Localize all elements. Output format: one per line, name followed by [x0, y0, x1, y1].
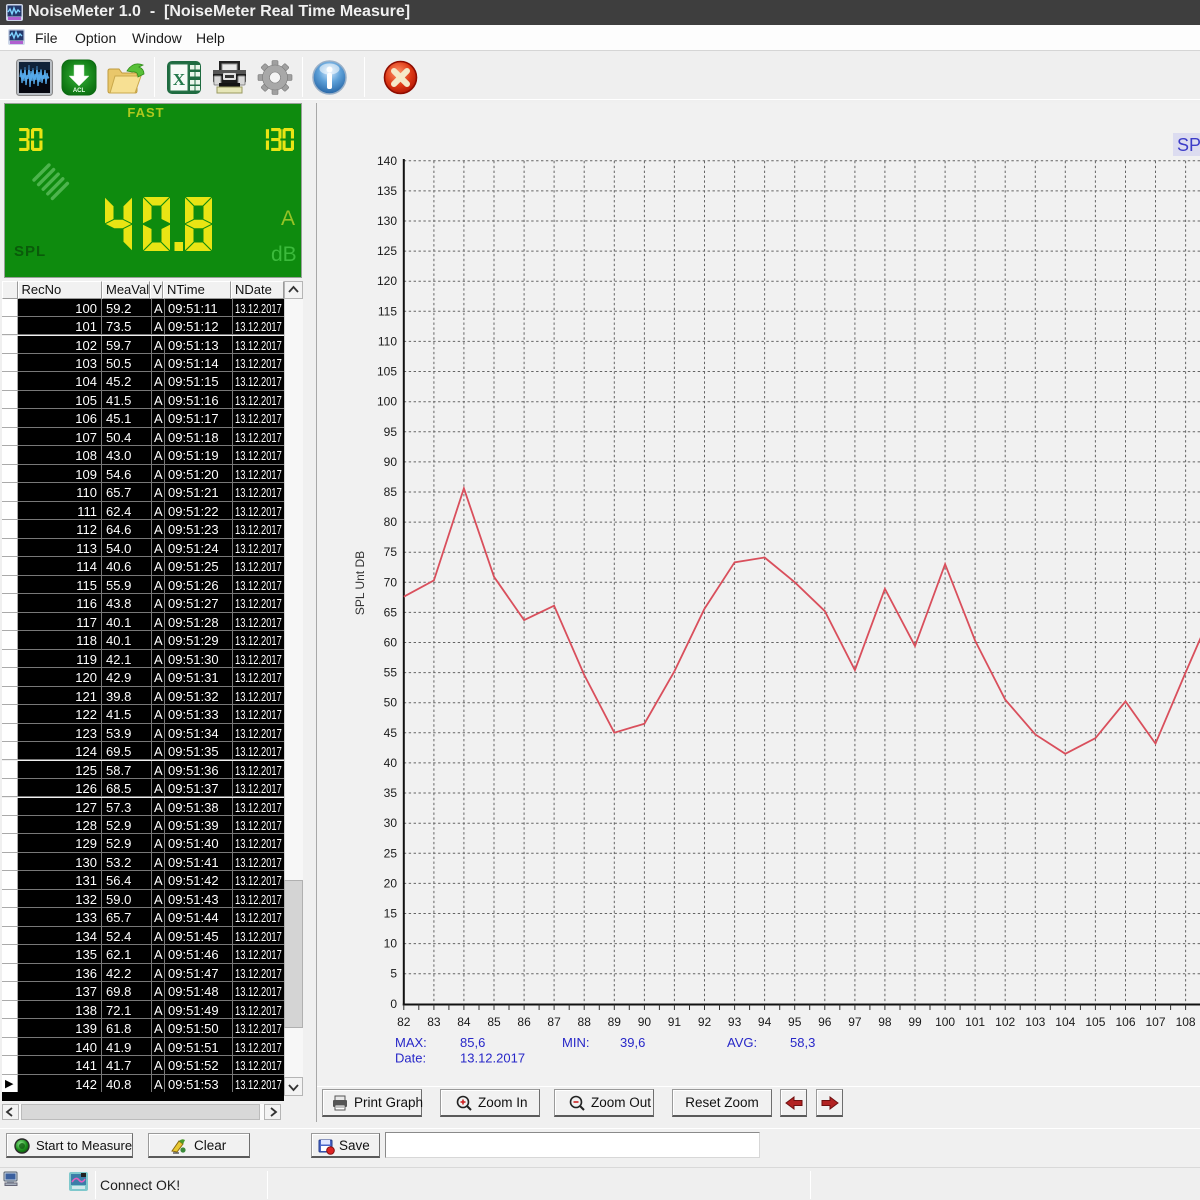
- svg-text:107: 107: [1145, 1015, 1165, 1029]
- svg-text:85: 85: [487, 1015, 501, 1029]
- svg-text:99: 99: [908, 1015, 922, 1029]
- svg-text:75: 75: [384, 545, 398, 559]
- svg-text:110: 110: [378, 334, 397, 348]
- svg-text:60: 60: [384, 636, 398, 650]
- svg-text:ACL: ACL: [73, 88, 86, 94]
- svg-text:10: 10: [384, 937, 398, 951]
- svg-text:87: 87: [547, 1015, 561, 1029]
- svg-text:35: 35: [384, 786, 398, 800]
- svg-text:84: 84: [457, 1015, 471, 1029]
- svg-text:135: 135: [377, 184, 397, 198]
- svg-text:82: 82: [397, 1015, 411, 1029]
- svg-text:103: 103: [1025, 1015, 1045, 1029]
- svg-text:39,6: 39,6: [620, 1035, 645, 1050]
- svg-text:98: 98: [878, 1015, 892, 1029]
- svg-text:91: 91: [668, 1015, 682, 1029]
- svg-text:58,3: 58,3: [790, 1035, 815, 1050]
- svg-text:SPL Unt DB: SPL Unt DB: [353, 551, 367, 615]
- svg-text:102: 102: [995, 1015, 1015, 1029]
- svg-text:105: 105: [1085, 1015, 1105, 1029]
- svg-text:Date:: Date:: [395, 1051, 426, 1066]
- svg-text:97: 97: [848, 1015, 862, 1029]
- svg-text:130: 130: [377, 214, 397, 228]
- svg-text:30: 30: [384, 816, 398, 830]
- svg-text:MIN:: MIN:: [562, 1035, 589, 1050]
- svg-text:AVG:: AVG:: [727, 1035, 757, 1050]
- svg-text:80: 80: [384, 515, 398, 529]
- svg-text:88: 88: [578, 1015, 592, 1029]
- svg-text:85,6: 85,6: [460, 1035, 485, 1050]
- svg-text:85: 85: [384, 485, 398, 499]
- svg-text:104: 104: [1055, 1015, 1075, 1029]
- svg-text:65: 65: [384, 605, 398, 619]
- svg-text:SPL: SPL: [1177, 135, 1200, 155]
- svg-text:93: 93: [728, 1015, 742, 1029]
- svg-text:92: 92: [698, 1015, 712, 1029]
- svg-text:90: 90: [638, 1015, 652, 1029]
- svg-text:86: 86: [517, 1015, 531, 1029]
- svg-text:15: 15: [384, 907, 398, 921]
- svg-text:96: 96: [818, 1015, 832, 1029]
- svg-text:120: 120: [377, 274, 397, 288]
- svg-text:89: 89: [608, 1015, 622, 1029]
- svg-text:0: 0: [390, 997, 397, 1011]
- svg-text:95: 95: [384, 425, 398, 439]
- svg-text:125: 125: [377, 244, 397, 258]
- svg-text:X: X: [173, 70, 186, 89]
- svg-text:140: 140: [377, 154, 397, 168]
- svg-text:5: 5: [390, 967, 397, 981]
- svg-text:115: 115: [378, 304, 397, 318]
- svg-text:108: 108: [1176, 1015, 1196, 1029]
- svg-text:95: 95: [788, 1015, 802, 1029]
- svg-text:94: 94: [758, 1015, 772, 1029]
- svg-text:13.12.2017: 13.12.2017: [460, 1051, 525, 1066]
- svg-text:101: 101: [965, 1015, 985, 1029]
- svg-text:40: 40: [384, 756, 398, 770]
- svg-text:90: 90: [384, 455, 398, 469]
- svg-text:25: 25: [384, 846, 398, 860]
- svg-text:MAX:: MAX:: [395, 1035, 427, 1050]
- svg-text:83: 83: [427, 1015, 441, 1029]
- svg-text:20: 20: [384, 876, 398, 890]
- svg-text:100: 100: [935, 1015, 955, 1029]
- svg-text:55: 55: [384, 666, 398, 680]
- svg-text:106: 106: [1115, 1015, 1135, 1029]
- svg-text:70: 70: [384, 575, 398, 589]
- svg-text:100: 100: [377, 395, 397, 409]
- svg-text:105: 105: [377, 365, 397, 379]
- svg-text:50: 50: [384, 696, 398, 710]
- svg-text:45: 45: [384, 726, 398, 740]
